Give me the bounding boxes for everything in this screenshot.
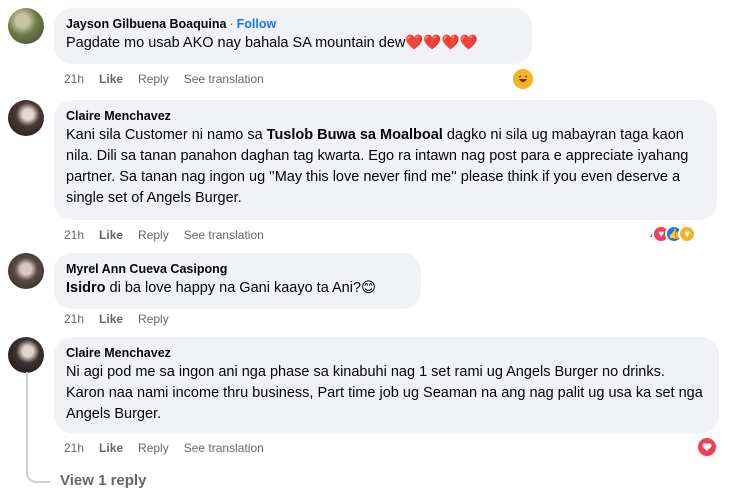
comment-bubble: Jayson Gilbuena Boaquina · Follow Pagdate … <box>54 8 532 64</box>
page-mention[interactable]: Tuslob Buwa sa Moalboal <box>267 127 443 143</box>
see-translation-link[interactable]: See translation <box>184 72 264 86</box>
comment-actions: 21h Like Reply See translation <box>64 228 279 242</box>
comment-author[interactable]: Myrel Ann Cueva Casipong <box>66 261 409 278</box>
comment-text: Isidro di ba love happy na Gani kaayo ta… <box>66 278 409 299</box>
reply-button[interactable]: Reply <box>138 312 169 326</box>
comment-author-line: Jayson Gilbuena Boaquina · Follow <box>66 16 520 33</box>
comment-actions: 21h Like Reply <box>64 312 184 326</box>
reply-button[interactable]: Reply <box>138 441 169 455</box>
care-icon: ♥ <box>678 225 697 243</box>
comment-actions: 21h Like Reply See translation <box>64 72 279 86</box>
text-segment: Kani sila Customer ni namo sa <box>66 127 267 143</box>
reply-thread-line <box>26 372 50 483</box>
separator-dot: · <box>229 17 234 31</box>
comment-text: Pagdate mo usab AKO nay bahala SA mounta… <box>66 35 478 51</box>
love-reaction-icon[interactable] <box>698 438 716 456</box>
reply-button[interactable]: Reply <box>138 228 169 242</box>
user-mention[interactable]: Isidro <box>66 280 105 296</box>
reaction-summary[interactable]: 4 ♥ 👍 ♥ <box>650 225 697 243</box>
comment-actions: 21h Like Reply See translation <box>64 441 279 455</box>
comment-text: Ni agi pod me sa ingon ani nga phase sa … <box>66 364 703 422</box>
comment-bubble: Myrel Ann Cueva Casipong Isidro di ba lo… <box>54 253 421 309</box>
heart-icon <box>702 443 712 451</box>
haha-reaction-icon[interactable] <box>513 69 533 89</box>
like-button[interactable]: Like <box>99 312 123 326</box>
avatar[interactable] <box>8 8 44 44</box>
view-replies-link[interactable]: View 1 reply <box>60 472 146 489</box>
follow-button[interactable]: Follow <box>237 17 277 31</box>
comment-author[interactable]: Claire Menchavez <box>66 345 707 362</box>
haha-icon <box>518 75 528 82</box>
comment-bubble: Claire Menchavez Kani sila Customer ni n… <box>54 100 717 220</box>
avatar[interactable] <box>8 253 44 289</box>
see-translation-link[interactable]: See translation <box>184 228 264 242</box>
avatar[interactable] <box>8 337 44 373</box>
comment-author[interactable]: Jayson Gilbuena Boaquina <box>66 17 226 31</box>
text-segment: di ba love happy na Gani kaayo ta Ani?😊 <box>105 280 377 296</box>
comment-time[interactable]: 21h <box>64 72 84 86</box>
reply-button[interactable]: Reply <box>138 72 169 86</box>
like-button[interactable]: Like <box>99 228 123 242</box>
like-button[interactable]: Like <box>99 72 123 86</box>
comment-time[interactable]: 21h <box>64 228 84 242</box>
comment-bubble: Claire Menchavez Ni agi pod me sa ingon … <box>54 337 719 433</box>
like-button[interactable]: Like <box>99 441 123 455</box>
see-translation-link[interactable]: See translation <box>184 441 264 455</box>
comment-time[interactable]: 21h <box>64 441 84 455</box>
avatar[interactable] <box>8 100 44 136</box>
comment-author[interactable]: Claire Menchavez <box>66 108 705 125</box>
comment-time[interactable]: 21h <box>64 312 84 326</box>
comment-text: Kani sila Customer ni namo sa Tuslob Buw… <box>66 125 705 209</box>
